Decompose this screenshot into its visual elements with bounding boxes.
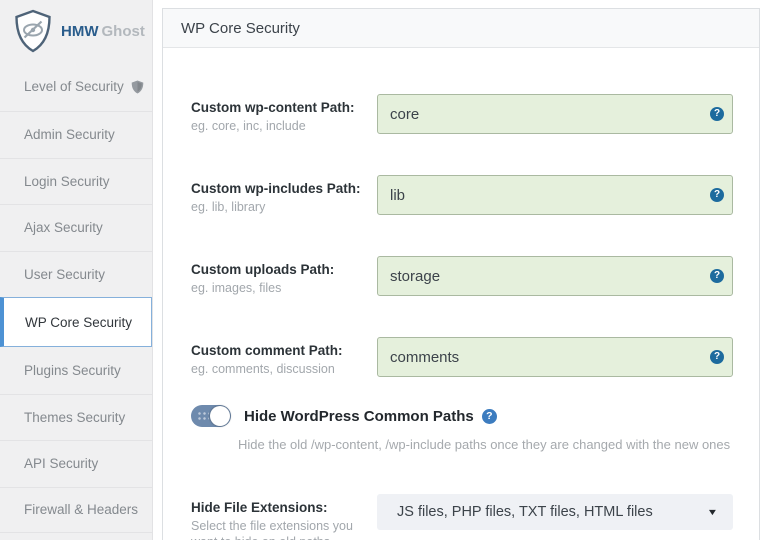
help-icon[interactable]: ? [710,188,724,202]
sidebar: HMWGhost Level of Security Admin Securit… [0,0,153,540]
hide-common-paths-toggle[interactable] [191,405,231,427]
panel-title: WP Core Security [181,20,300,37]
field-control: ? [377,175,733,215]
help-icon[interactable]: ? [710,350,724,364]
field-hint-text: eg. comments, discussion [191,361,361,377]
toggle-knob-icon [210,406,230,426]
wp-includes-path-input[interactable] [377,175,733,215]
field-label-text: Custom comment Path: [191,343,377,358]
sidebar-item-label: Ajax Security [24,220,103,235]
field-hint-text: eg. images, files [191,280,361,296]
sidebar-item-label: API Security [24,456,98,471]
sidebar-item-wp-core-security[interactable]: WP Core Security [0,297,152,347]
field-control: ? [377,94,733,134]
help-icon[interactable]: ? [710,269,724,283]
security-level-shield-icon [131,80,144,94]
toggle-label: Hide WordPress Common Paths [244,408,474,425]
field-row-comment-path: Custom comment Path: eg. comments, discu… [191,337,759,377]
help-icon[interactable]: ? [482,409,497,424]
chevron-down-icon: ▼ [707,507,719,517]
hide-common-paths-block: Hide WordPress Common Paths ? Hide the o… [191,405,759,452]
toggle-row: Hide WordPress Common Paths ? [191,405,759,427]
hint-line-1: Select the file extensions you [191,519,353,533]
field-control: ? [377,337,733,377]
sidebar-item-label: Plugins Security [24,363,121,378]
sidebar-item-label: WP Core Security [25,315,132,330]
field-label: Custom wp-content Path: eg. core, inc, i… [191,94,377,134]
field-hint-text: eg. lib, library [191,199,361,215]
field-label-text: Custom wp-includes Path: [191,181,377,196]
sidebar-item-label: Admin Security [24,127,115,142]
field-label: Custom uploads Path: eg. images, files [191,256,377,296]
uploads-path-input[interactable] [377,256,733,296]
comment-path-input[interactable] [377,337,733,377]
sidebar-item-admin-security[interactable]: Admin Security [0,111,152,158]
field-label: Custom comment Path: eg. comments, discu… [191,337,377,377]
hint-line-2: want to hide on old paths [191,535,330,540]
sidebar-item-api-security[interactable]: API Security [0,440,152,487]
field-row-wp-content-path: Custom wp-content Path: eg. core, inc, i… [191,94,759,134]
field-row-hide-file-extensions: Hide File Extensions: Select the file ex… [191,494,759,540]
sidebar-item-plugins-security[interactable]: Plugins Security [0,347,152,394]
app-logo: HMWGhost [0,0,152,62]
sidebar-item-label: User Security [24,267,105,282]
shield-eye-logo-icon [13,9,53,53]
field-label-text: Custom uploads Path: [191,262,377,277]
field-row-uploads-path: Custom uploads Path: eg. images, files ? [191,256,759,296]
sidebar-item-label: Level of Security [24,79,124,94]
help-icon[interactable]: ? [710,107,724,121]
field-hint-text: Select the file extensions you want to h… [191,518,361,540]
brand-name: HMW [61,23,99,40]
sidebar-item-label: Login Security [24,174,110,189]
wp-core-security-panel: WP Core Security Custom wp-content Path:… [162,8,760,540]
sidebar-item-user-security[interactable]: User Security [0,251,152,298]
sidebar-item-themes-security[interactable]: Themes Security [0,394,152,441]
field-hint-text: eg. core, inc, include [191,118,361,134]
wp-content-path-input[interactable] [377,94,733,134]
dropdown-selected-value: JS files, PHP files, TXT files, HTML fil… [397,504,653,520]
field-label: Hide File Extensions: Select the file ex… [191,494,377,540]
field-control: ? [377,256,733,296]
field-control: JS files, PHP files, TXT files, HTML fil… [377,494,733,540]
field-row-wp-includes-path: Custom wp-includes Path: eg. lib, librar… [191,175,759,215]
sidebar-item-label: Themes Security [24,410,125,425]
brand-text: HMWGhost [61,23,145,40]
file-extensions-dropdown[interactable]: JS files, PHP files, TXT files, HTML fil… [377,494,733,530]
field-label: Custom wp-includes Path: eg. lib, librar… [191,175,377,215]
sidebar-item-ajax-security[interactable]: Ajax Security [0,204,152,251]
field-label-text: Custom wp-content Path: [191,100,377,115]
sidebar-item-label: Firewall & Headers [24,502,138,517]
sidebar-item-level-of-security[interactable]: Level of Security [0,62,152,111]
brand-suffix: Ghost [102,23,145,40]
panel-header: WP Core Security [163,9,759,48]
field-label-text: Hide File Extensions: [191,500,377,515]
panel-body: Custom wp-content Path: eg. core, inc, i… [163,48,759,540]
sidebar-item-login-security[interactable]: Login Security [0,158,152,205]
toggle-description: Hide the old /wp-content, /wp-include pa… [238,437,759,452]
sidebar-item-firewall-headers[interactable]: Firewall & Headers [0,487,152,534]
